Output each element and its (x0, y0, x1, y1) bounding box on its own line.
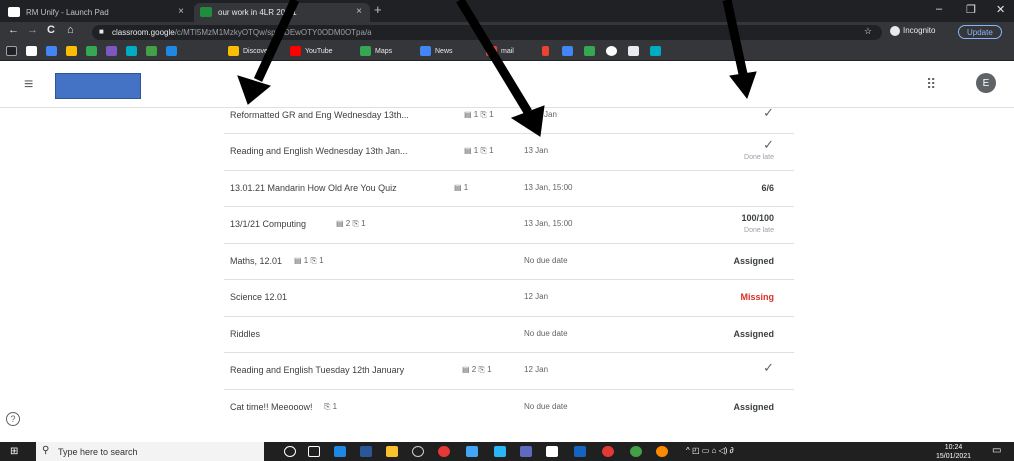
chrome-icon[interactable] (438, 446, 450, 457)
remote-desktop-icon[interactable] (466, 446, 478, 457)
search-placeholder: Type here to search (58, 446, 138, 457)
system-tray[interactable]: ^ ◰ ▭ ⌂ ◁) ∂ (686, 446, 734, 455)
chrome-icon[interactable] (602, 446, 614, 457)
clock-date: 15/01/2021 (936, 453, 972, 460)
file-explorer-icon[interactable] (386, 446, 398, 457)
annotation-arrows (237, 0, 757, 137)
teams-icon[interactable] (520, 446, 532, 457)
annotation-arrow (722, 0, 757, 100)
annotation-arrow (237, 0, 300, 105)
notification-icon[interactable]: ▭ (992, 445, 1001, 456)
taskbar-clock[interactable]: 10:24 15/01/2021 (936, 443, 971, 461)
notepad-icon[interactable] (546, 446, 558, 457)
taskbar-search-input[interactable]: ⚲ Type here to search (36, 442, 264, 461)
annotation-arrow (456, 0, 545, 137)
cortana-icon[interactable] (284, 446, 296, 457)
chrome-icon[interactable] (656, 446, 668, 457)
chrome-icon[interactable] (630, 446, 642, 457)
edge-icon[interactable] (334, 446, 346, 457)
search-icon: ⚲ (42, 445, 50, 456)
task-view-icon[interactable] (308, 446, 320, 457)
outlook-icon[interactable] (574, 446, 586, 457)
clock-time: 10:24 (944, 444, 963, 451)
app-icon[interactable] (412, 446, 424, 457)
windows-start-icon[interactable]: ⊞ (10, 446, 18, 457)
app-icon[interactable] (494, 446, 506, 457)
word-icon[interactable] (360, 446, 372, 457)
windows-taskbar: ⊞ ⚲ Type here to search ^ ◰ ▭ ⌂ ◁) ∂ 10:… (0, 442, 1014, 461)
